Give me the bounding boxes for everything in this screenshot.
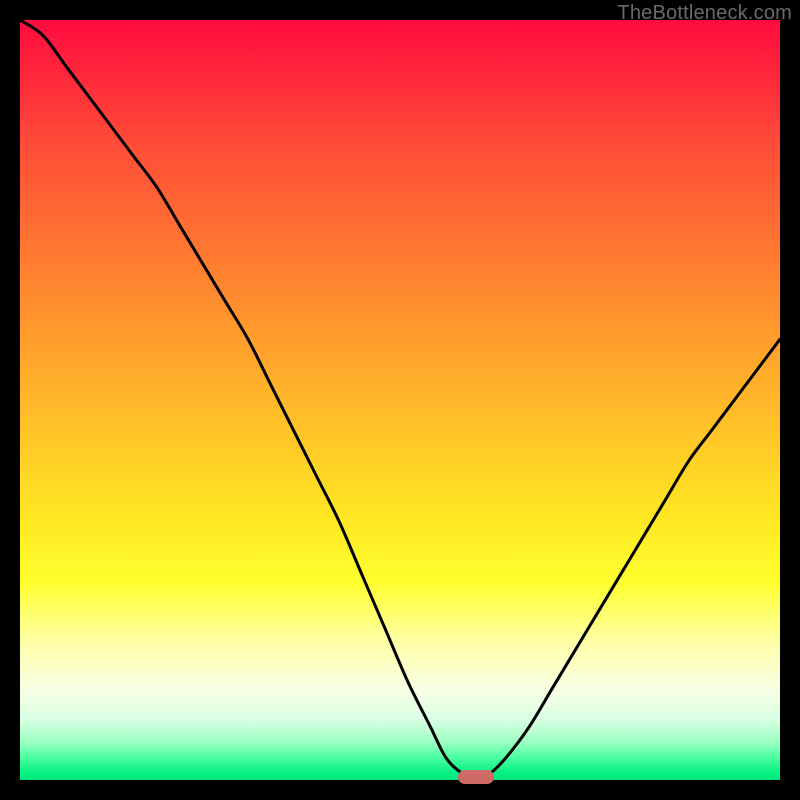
curve-svg (20, 20, 780, 780)
chart-frame: TheBottleneck.com (0, 0, 800, 800)
bottleneck-curve (20, 20, 780, 780)
plot-area (20, 20, 780, 780)
min-marker (458, 770, 494, 784)
